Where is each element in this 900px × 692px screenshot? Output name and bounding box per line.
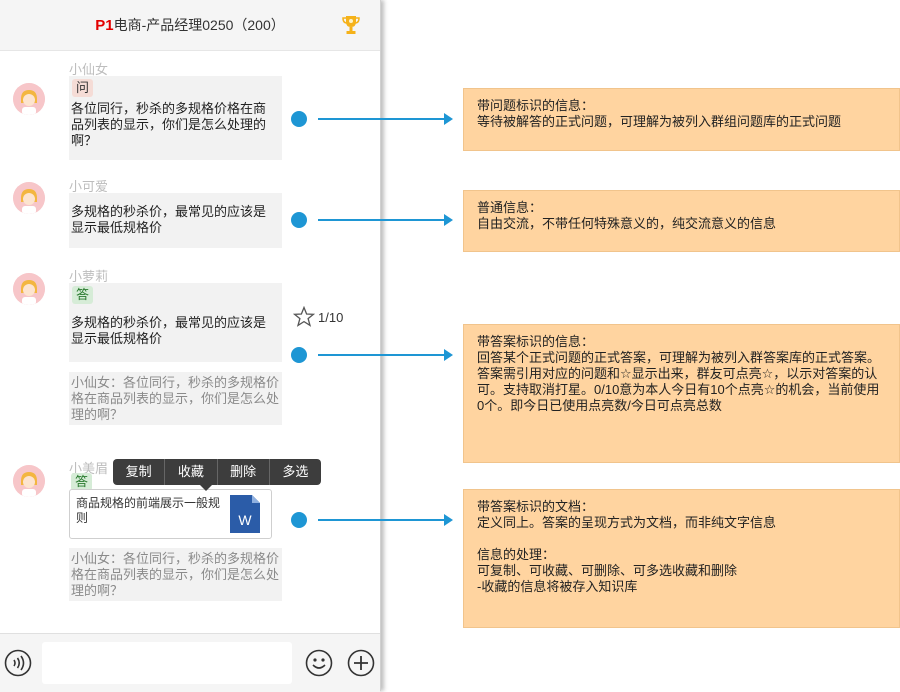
avatar-girl-icon xyxy=(13,273,45,305)
note-text: 回答某个正式问题的正式答案，可理解为被列入群答案库的正式答案。答案需引用对应的问… xyxy=(477,350,881,413)
answer-tag: 答 xyxy=(72,286,94,304)
menu-item-multiselect[interactable]: 多选 xyxy=(270,459,321,485)
avatar-girl-icon xyxy=(13,465,45,497)
group-title-prefix: P1 xyxy=(95,17,114,34)
word-doc-letter: W xyxy=(238,512,252,528)
annotation-note-document: 带答案标识的文档： 定义同上。答案的呈现方式为文档，而非纯文字信息 信息的处理：… xyxy=(463,489,900,628)
annotation-arrow xyxy=(318,214,453,226)
menu-item-copy[interactable]: 复制 xyxy=(113,459,166,485)
avatar[interactable] xyxy=(13,182,45,214)
annotation-note-question: 带问题标识的信息： 等待被解答的正式问题，可理解为被列入群组问题库的正式问题 xyxy=(463,88,900,151)
document-attachment[interactable]: 商品规格的前端展示一般规则 W xyxy=(69,489,272,539)
avatar[interactable] xyxy=(13,465,45,497)
message-bubble[interactable]: 问 各位同行，秒杀的多规格价格在商品列表的显示，你们是怎么处理的啊？ xyxy=(69,76,282,160)
trophy-icon[interactable] xyxy=(342,15,360,35)
note-spacer xyxy=(477,531,886,547)
message-text: 多规格的秒杀价，最常见的应该是显示最低规格价 xyxy=(71,204,267,235)
chat-phone-panel: P1电商-产品经理0250（200） 小仙女 问 各位同行，秒杀的多规格价格在商… xyxy=(0,0,381,692)
note-text: 等待被解答的正式问题，可理解为被列入群组问题库的正式问题 xyxy=(477,114,842,129)
emoji-icon[interactable] xyxy=(305,649,333,677)
note-heading: 带答案标识的信息： xyxy=(477,334,595,349)
avatar-girl-icon xyxy=(13,83,45,115)
annotation-arrow xyxy=(318,349,453,361)
annotation-dot xyxy=(291,111,307,127)
annotation-dot xyxy=(291,212,307,228)
plus-icon[interactable] xyxy=(347,649,375,677)
message-bubble[interactable]: 答 多规格的秒杀价，最常见的应该是显示最低规格价 xyxy=(69,283,282,362)
word-doc-icon: W xyxy=(230,495,260,533)
group-title-text: 电商-产品经理0250（200） xyxy=(113,17,285,33)
note-text: 定义同上。答案的呈现方式为文档，而非纯文字信息 xyxy=(477,515,777,530)
menu-item-favorite[interactable]: 收藏 xyxy=(165,459,218,485)
note-heading: 信息的处理： xyxy=(477,547,556,562)
avatar[interactable] xyxy=(13,273,45,305)
input-bar xyxy=(0,633,380,692)
annotation-arrow xyxy=(318,514,453,526)
annotation-arrow xyxy=(318,113,453,125)
annotation-note-answer: 带答案标识的信息： 回答某个正式问题的正式答案，可理解为被列入群答案库的正式答案… xyxy=(463,324,900,463)
question-tag: 问 xyxy=(72,79,94,97)
context-menu-pointer xyxy=(200,485,212,491)
menu-item-delete[interactable]: 删除 xyxy=(218,459,270,485)
avatar-girl-icon xyxy=(13,182,45,214)
note-text: 自由交流，不带任何特殊意义的，纯交流意义的信息 xyxy=(477,216,777,231)
message-text: 多规格的秒杀价，最常见的应该是显示最低规格价 xyxy=(71,315,267,346)
message-text: 各位同行，秒杀的多规格价格在商品列表的显示，你们是怎么处理的啊？ xyxy=(71,101,267,148)
avatar[interactable] xyxy=(13,83,45,115)
document-title: 商品规格的前端展示一般规则 xyxy=(76,496,221,525)
note-heading: 带问题标识的信息： xyxy=(477,98,595,113)
star-outline-icon[interactable] xyxy=(293,306,315,328)
note-text: -收藏的信息将被存入知识库 xyxy=(477,579,638,594)
chat-header: P1电商-产品经理0250（200） xyxy=(0,0,380,51)
context-menu: 复制 收藏 删除 多选 xyxy=(113,459,321,485)
annotation-note-normal: 普通信息： 自由交流，不带任何特殊意义的，纯交流意义的信息 xyxy=(463,190,900,252)
note-text: 可复制、可收藏、可删除、可多选收藏和删除 xyxy=(477,563,738,578)
message-input[interactable] xyxy=(42,642,292,684)
group-title: P1电商-产品经理0250（200） xyxy=(0,15,380,35)
note-heading: 普通信息： xyxy=(477,200,543,215)
note-heading: 带答案标识的文档： xyxy=(477,499,595,514)
quoted-question[interactable]: 小仙女：各位同行，秒杀的多规格价格在商品列表的显示，你们是怎么处理的啊？ xyxy=(69,372,282,425)
annotation-dot xyxy=(291,512,307,528)
voice-icon[interactable] xyxy=(4,649,32,677)
star-rating-count: 1/10 xyxy=(318,310,344,325)
annotation-dot xyxy=(291,347,307,363)
message-bubble[interactable]: 多规格的秒杀价，最常见的应该是显示最低规格价 xyxy=(69,193,282,248)
quoted-question[interactable]: 小仙女：各位同行，秒杀的多规格价格在商品列表的显示，你们是怎么处理的啊？ xyxy=(69,548,282,601)
